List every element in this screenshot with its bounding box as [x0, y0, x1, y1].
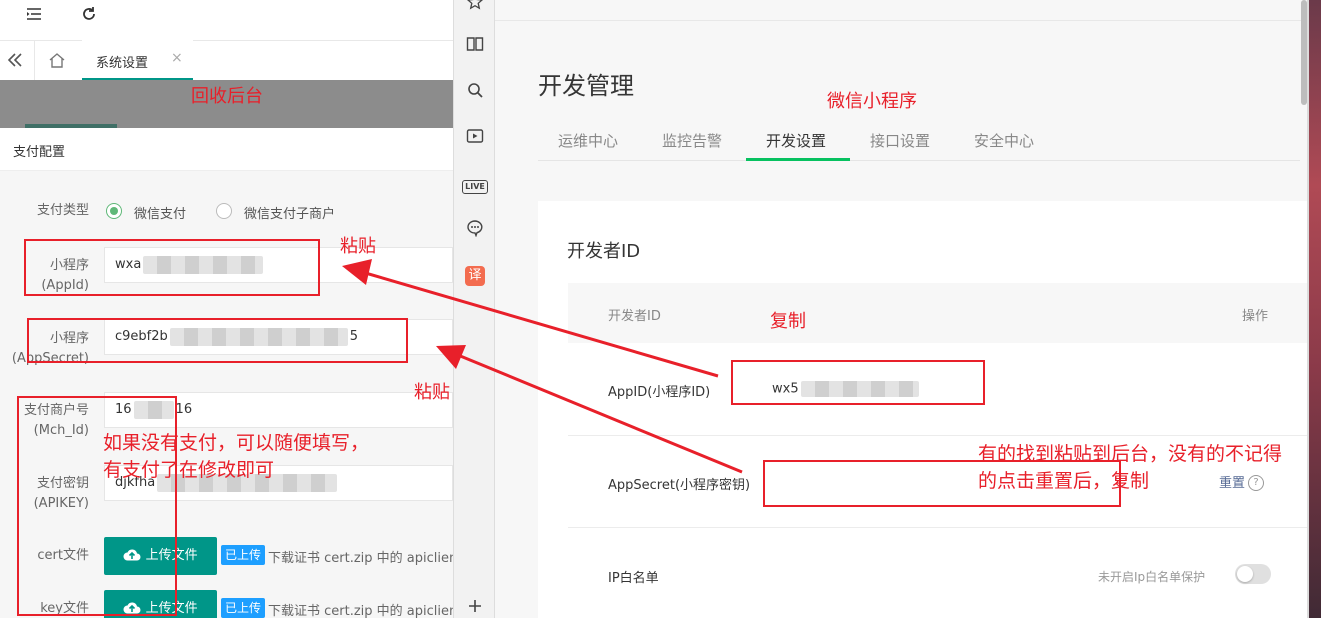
home-icon[interactable]	[48, 51, 66, 73]
pay-type-label: 支付类型	[36, 203, 89, 218]
tab-ops-center[interactable]: 运维中心	[558, 130, 618, 151]
ip-whitelist-label: IP白名单	[608, 571, 659, 586]
radio-wechat-pay[interactable]	[106, 203, 122, 219]
menu-fold-icon[interactable]	[26, 6, 42, 27]
developer-id-card: 开发者ID 开发者ID 操作 AppID(小程序ID) wx5 AppSecre…	[538, 201, 1307, 618]
appsecret-row-label: AppSecret(小程序密钥)	[608, 478, 751, 493]
annotation-recycle-backend: 回收后台	[191, 86, 263, 107]
annotation-box-appsecret	[27, 318, 408, 363]
annotation-box-optional	[17, 396, 177, 616]
tab-security-center[interactable]: 安全中心	[974, 130, 1034, 151]
section-title: 支付配置	[13, 145, 66, 160]
chat-icon[interactable]	[454, 219, 496, 241]
uploaded-badge: 已上传	[221, 598, 266, 618]
refresh-icon[interactable]	[81, 6, 97, 27]
double-chevron-left-icon[interactable]	[6, 51, 24, 73]
tab-api-settings[interactable]: 接口设置	[870, 130, 930, 151]
browser-sidebar: LIVE 译	[453, 0, 495, 618]
annotation-box-appid	[24, 239, 320, 296]
tab-bar	[0, 40, 453, 82]
annotation-paste-1: 粘贴	[340, 236, 376, 257]
annotation-reset-note: 有的找到粘贴到后台，没有的不记得 的点击重置后，复制	[978, 443, 1283, 492]
tab-system-settings[interactable]: 系统设置 ×	[82, 40, 193, 80]
annotation-box-wx-appid	[731, 360, 985, 405]
key-hint: 下载证书 cert.zip 中的 apiclient	[268, 604, 453, 618]
close-icon[interactable]: ×	[171, 50, 183, 66]
header-developer-id: 开发者ID	[608, 309, 661, 324]
header-action: 操作	[1242, 309, 1269, 324]
annotation-copy: 复制	[770, 311, 806, 332]
ip-whitelist-hint: 未开启Ip白名单保护	[1098, 570, 1206, 584]
plus-icon[interactable]	[454, 598, 496, 617]
live-icon[interactable]: LIVE	[454, 174, 496, 194]
page-title: 开发管理	[538, 72, 634, 100]
book-icon[interactable]	[454, 36, 496, 56]
radio-label: 微信支付子商户	[244, 207, 336, 222]
card-title: 开发者ID	[567, 241, 641, 262]
scrollbar-thumb[interactable]	[1301, 0, 1307, 105]
cert-hint: 下载证书 cert.zip 中的 apiclient	[268, 551, 453, 566]
radio-label: 微信支付	[134, 207, 187, 222]
star-icon[interactable]	[454, 0, 496, 14]
desktop-background-edge	[1309, 0, 1321, 618]
section-header: 支付配置	[0, 128, 453, 171]
appid-row-label: AppID(小程序ID)	[608, 385, 711, 400]
tab-dev-settings[interactable]: 开发设置	[766, 130, 826, 151]
ip-whitelist-toggle[interactable]	[1235, 564, 1271, 584]
search-icon[interactable]	[454, 82, 496, 102]
annotation-paste-2: 粘贴	[414, 382, 450, 403]
tabs-divider	[538, 160, 1300, 161]
tab-label: 系统设置	[96, 56, 149, 71]
uploaded-badge: 已上传	[221, 545, 266, 565]
annotation-no-payment-note: 如果没有支付，可以随便填写， 有支付了在修改即可	[103, 432, 370, 481]
table-header: 开发者ID 操作	[568, 283, 1307, 343]
video-icon[interactable]	[454, 128, 496, 148]
tab-monitoring[interactable]: 监控告警	[662, 130, 722, 151]
radio-wechat-sub-merchant[interactable]	[216, 203, 232, 219]
active-tab-indicator	[746, 158, 850, 161]
translate-icon[interactable]: 译	[454, 264, 496, 286]
annotation-wechat-mini: 微信小程序	[827, 91, 917, 112]
